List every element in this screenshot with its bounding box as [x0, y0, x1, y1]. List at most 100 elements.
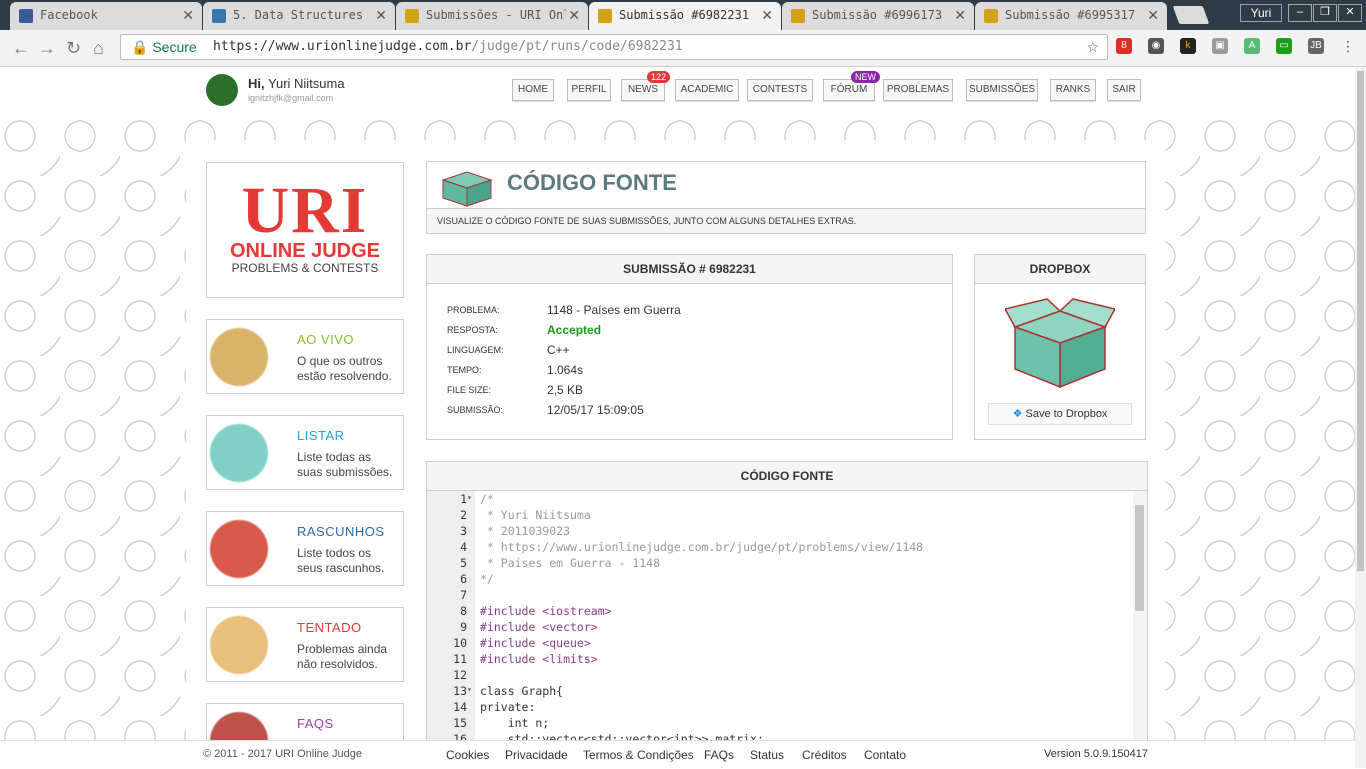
- footer-link[interactable]: Termos & Condições: [583, 748, 694, 762]
- dropbox-box-icon: [1005, 298, 1115, 389]
- footer-link[interactable]: Status: [750, 748, 784, 762]
- translate-extension-icon[interactable]: A: [1244, 38, 1260, 54]
- bookmark-star-icon[interactable]: ☆: [1086, 35, 1099, 59]
- browser-tab[interactable]: Submissão #6982231 ✕: [589, 2, 781, 30]
- close-window-icon[interactable]: ✕: [1338, 4, 1362, 22]
- nav-item-label: FÓRUM: [830, 84, 868, 95]
- address-bar[interactable]: 🔒 Secure https://www.urionlinejudge.com.…: [120, 34, 1108, 60]
- avatar[interactable]: [206, 74, 238, 106]
- reload-icon[interactable]: ↻: [66, 38, 81, 59]
- sidebar-card[interactable]: RASCUNHOS Liste todos os seus rascunhos.: [206, 511, 404, 586]
- gmail-count: 8: [1121, 40, 1127, 51]
- home-icon[interactable]: ⌂: [93, 38, 104, 59]
- nav-item[interactable]: RANKS: [1050, 79, 1096, 101]
- tab-close-icon[interactable]: ✕: [761, 7, 773, 24]
- logo-problems-contests: PROBLEMS & CONTESTS: [231, 261, 379, 275]
- code-scrollbar-thumb[interactable]: [1135, 505, 1144, 611]
- back-icon[interactable]: ←: [12, 38, 30, 59]
- maximize-icon[interactable]: ❐: [1313, 4, 1337, 22]
- tab-close-icon[interactable]: ✕: [568, 7, 580, 24]
- tab-label: Submissões - URI Online Judge: [426, 8, 566, 22]
- footer-link[interactable]: Cookies: [446, 748, 489, 762]
- browser-tab[interactable]: Facebook ✕: [10, 2, 202, 30]
- code-line: class Graph{: [480, 684, 564, 698]
- jb-extension-icon[interactable]: JB: [1308, 38, 1324, 54]
- page-scrollbar[interactable]: [1355, 67, 1366, 768]
- sidebar-card[interactable]: TENTADO Problemas ainda não resolvidos.: [206, 607, 404, 682]
- browser-tab[interactable]: 5. Data Structures ✕: [203, 2, 395, 30]
- sidebar-card[interactable]: FAQS: [206, 703, 404, 743]
- forward-icon[interactable]: →: [38, 38, 56, 59]
- line-number: 5: [460, 556, 467, 570]
- tab-favicon-icon: [598, 9, 612, 23]
- submission-field-value[interactable]: 1148 - Países em Guerra: [547, 303, 681, 317]
- code-line: #include <queue>: [480, 636, 591, 650]
- fold-arrow-icon[interactable]: ▾: [467, 493, 472, 502]
- sidebar-card-illustration: [207, 707, 287, 742]
- tab-close-icon[interactable]: ✕: [182, 7, 194, 24]
- fold-arrow-icon[interactable]: ▾: [467, 685, 472, 694]
- gmail-extension-icon[interactable]: 8: [1116, 38, 1132, 54]
- line-number: 13: [453, 684, 467, 698]
- profile-button[interactable]: Yuri: [1240, 4, 1282, 22]
- sidebar-card[interactable]: LISTAR Liste todas as suas submissões.: [206, 415, 404, 490]
- tab-favicon-icon: [405, 9, 419, 23]
- browser-tab[interactable]: Submissão #6996173 ✕: [782, 2, 974, 30]
- nav-item-label: ACADEMIC: [680, 84, 734, 95]
- footer-link[interactable]: Créditos: [802, 748, 847, 762]
- submission-field-label: RESPOSTA:: [447, 325, 498, 335]
- code-editor[interactable]: 1 ▾/* 2 * Yuri Niitsuma 3 * 2011039023 4 * h…: [427, 491, 1133, 740]
- line-number: 12: [453, 668, 467, 682]
- sidebar-card-title: AO VIVO: [297, 332, 354, 347]
- user-name[interactable]: Yuri Niitsuma: [268, 76, 345, 91]
- nav-item[interactable]: FÓRUM NEW: [823, 71, 880, 101]
- nav-item[interactable]: NEWS 122: [621, 71, 670, 101]
- nav-item[interactable]: SAIR: [1107, 79, 1141, 101]
- nav-item-label: SUBMISSÕES: [968, 84, 1036, 95]
- tab-label: Submissão #6996173: [812, 8, 943, 22]
- code-line: /*: [480, 492, 494, 506]
- url-text: https://www.urionlinejudge.com.br/judge/…: [213, 35, 683, 59]
- nav-item[interactable]: PERFIL: [567, 79, 611, 101]
- nav-item-label: RANKS: [1055, 84, 1091, 95]
- footer-link[interactable]: Contato: [864, 748, 906, 762]
- code-panel: CÓDIGO FONTE 1 ▾/* 2 * Yuri Niitsuma 3 * 20…: [426, 461, 1148, 741]
- submission-field-value: 1.064s: [547, 363, 584, 377]
- camera-extension-icon[interactable]: ▣: [1212, 38, 1228, 54]
- footer-link[interactable]: Privacidade: [505, 748, 568, 762]
- browser-tab[interactable]: Submissão #6995317 ✕: [975, 2, 1167, 30]
- submission-panel: SUBMISSÃO # 6982231 PROBLEMA: 1148 - País…: [426, 254, 953, 440]
- version: Version 5.0.9.150417: [1044, 748, 1148, 760]
- save-to-dropbox-label: Save to Dropbox: [1025, 408, 1108, 420]
- sidebar-card[interactable]: AO VIVO O que os outros estão resolvendo.: [206, 319, 404, 394]
- browser-tab[interactable]: Submissões - URI Online Judge✕: [396, 2, 588, 30]
- nav-item[interactable]: PROBLEMAS: [883, 79, 953, 101]
- footer-link[interactable]: FAQs: [704, 748, 734, 762]
- page-scrollbar-thumb[interactable]: [1357, 71, 1364, 571]
- tv-extension-icon[interactable]: ▭: [1276, 38, 1292, 54]
- sidebar-card-title: TENTADO: [297, 620, 362, 635]
- line-number: 7: [460, 588, 467, 602]
- tab-close-icon[interactable]: ✕: [375, 7, 387, 24]
- nav-item-label: SAIR: [1112, 84, 1136, 95]
- site-logo[interactable]: URI ONLINE JUDGE PROBLEMS & CONTESTS: [206, 162, 404, 298]
- nav-item[interactable]: HOME: [512, 79, 554, 101]
- save-to-dropbox-button[interactable]: ❖ Save to Dropbox: [988, 403, 1132, 425]
- minimize-icon[interactable]: –: [1288, 4, 1312, 22]
- k-extension-icon[interactable]: k: [1180, 38, 1196, 54]
- nav-item-label: CONTESTS: [752, 84, 808, 95]
- tab-close-icon[interactable]: ✕: [1147, 7, 1159, 24]
- nav-item[interactable]: ACADEMIC: [675, 79, 739, 101]
- sidebar-card-desc: Liste todas as suas submissões.: [297, 450, 393, 479]
- tab-label: 5. Data Structures: [233, 8, 364, 22]
- tab-close-icon[interactable]: ✕: [954, 7, 966, 24]
- code-scrollbar[interactable]: [1133, 491, 1147, 740]
- sidebar-card-illustration: [207, 611, 287, 679]
- nav-item[interactable]: SUBMISSÕES: [966, 79, 1038, 101]
- nav-item[interactable]: CONTESTS: [747, 79, 813, 101]
- bulb-extension-icon[interactable]: ◉: [1148, 38, 1164, 54]
- browser-toolbar: ← → ↻ ⌂ 🔒 Secure https://www.urionlineju…: [0, 30, 1366, 67]
- menu-icon[interactable]: ⋮: [1340, 38, 1356, 54]
- code-title: CÓDIGO FONTE: [427, 462, 1147, 491]
- new-tab-button[interactable]: [1172, 6, 1210, 24]
